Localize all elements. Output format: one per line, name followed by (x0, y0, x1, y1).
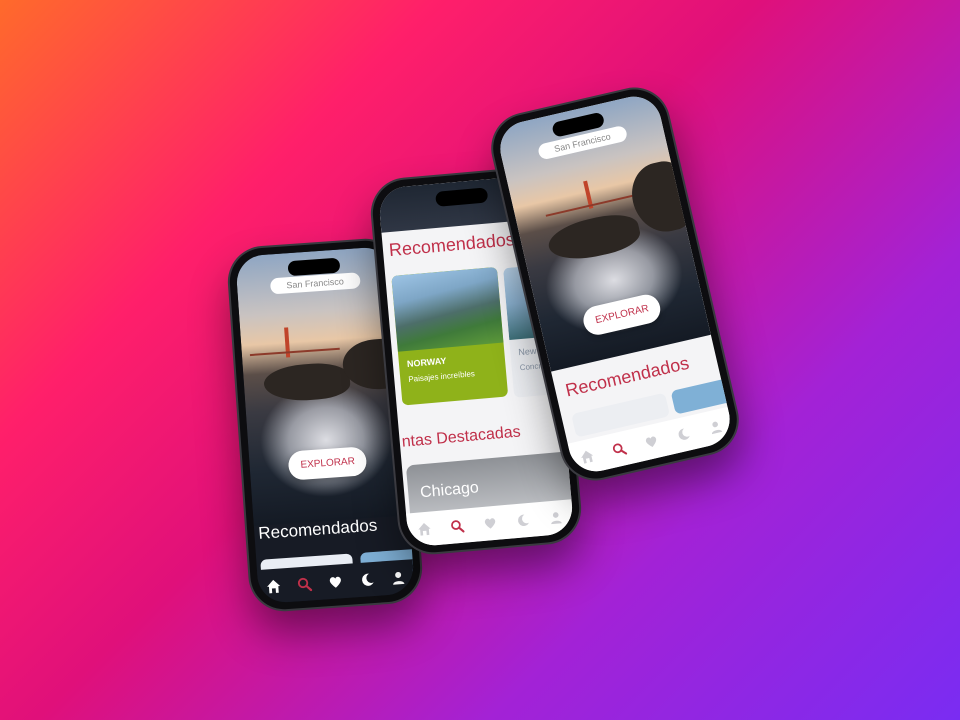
home-icon[interactable] (414, 519, 434, 539)
search-icon[interactable] (447, 517, 467, 537)
featured-city: Chicago (419, 479, 480, 502)
search-icon[interactable] (295, 574, 314, 593)
moon-icon[interactable] (673, 424, 695, 446)
home-icon[interactable] (577, 446, 599, 468)
search-icon[interactable] (609, 438, 631, 460)
bridge-deck (545, 192, 644, 217)
card-title: NORWAY (406, 355, 447, 370)
explore-button[interactable]: EXPLORAR (287, 446, 368, 481)
featured-title: ntas Destacadas (401, 423, 522, 451)
user-icon[interactable] (389, 568, 408, 587)
heart-icon[interactable] (326, 572, 345, 591)
recommended-title: Recomendados (388, 229, 516, 261)
moon-icon[interactable] (513, 511, 533, 531)
destination-card-norway[interactable]: NORWAY Paisajes increíbles (391, 266, 509, 406)
heart-icon[interactable] (480, 514, 500, 534)
card-subtitle: Paisajes increíbles (407, 369, 476, 384)
user-icon[interactable] (705, 416, 727, 438)
moon-icon[interactable] (357, 570, 376, 589)
rock (544, 208, 644, 267)
bridge-deck (249, 347, 340, 357)
heart-icon[interactable] (641, 431, 663, 453)
home-icon[interactable] (264, 576, 283, 595)
user-icon[interactable] (547, 508, 567, 528)
rock (262, 361, 352, 404)
norway-photo (391, 266, 504, 352)
